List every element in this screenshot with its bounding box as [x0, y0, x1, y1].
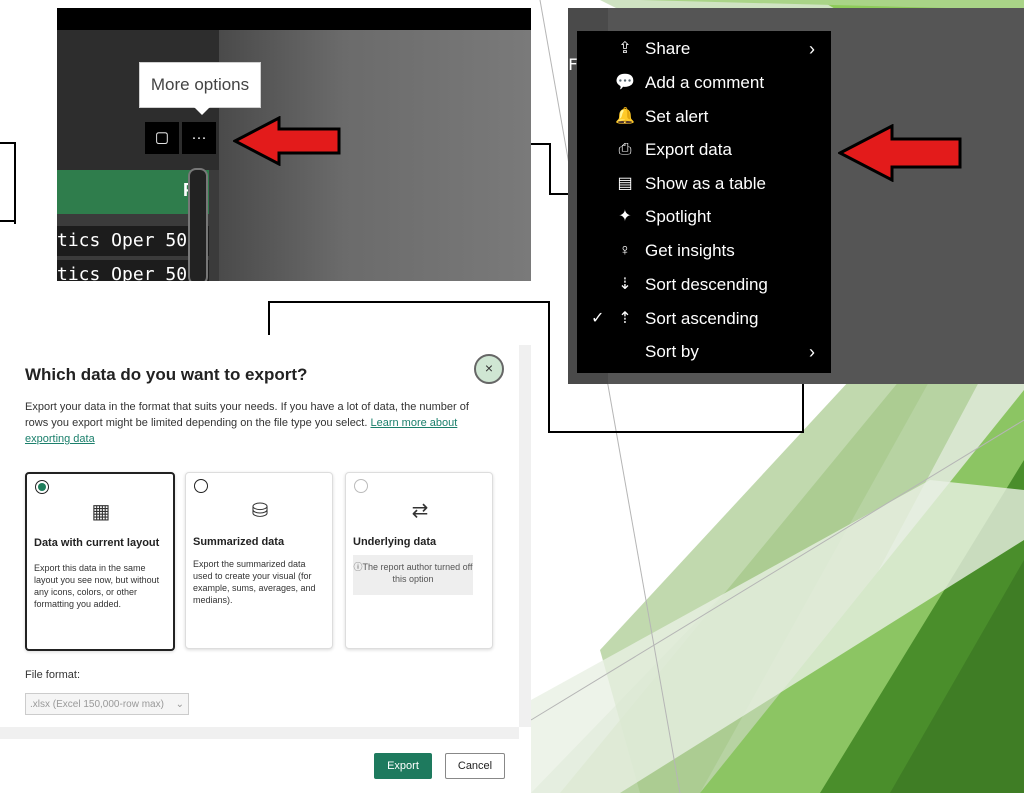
- menu-item-get-insights[interactable]: ♀ Get insights: [577, 235, 831, 267]
- more-options-tooltip: More options: [139, 62, 261, 115]
- table-row: tics Oper 50: [57, 260, 209, 281]
- option-summarized-data[interactable]: ⛁ Summarized data Export the summarized …: [185, 472, 333, 649]
- option-title: Underlying data: [353, 536, 437, 548]
- database-icon: ⛁: [251, 500, 269, 522]
- table-row: tics Oper 50: [57, 226, 209, 256]
- close-icon[interactable]: ×: [474, 354, 504, 384]
- sort-ascending-icon: ⇡: [618, 310, 632, 327]
- menu-item-sort-ascending[interactable]: ✓ ⇡ Sort ascending: [577, 303, 831, 335]
- red-arrow-icon: [838, 124, 962, 182]
- sort-descending-icon: ⇣: [618, 276, 632, 293]
- connector-line-mid: [531, 143, 551, 195]
- top-bar-right: [219, 8, 531, 30]
- chevron-right-icon: ›: [809, 39, 815, 59]
- menu-item-label: Sort by: [645, 342, 699, 361]
- disabled-note: ⓘThe report author turned off this optio…: [353, 555, 473, 595]
- share-icon: ⇪: [618, 40, 632, 57]
- connector-line-left: [0, 142, 16, 224]
- file-format-value: .xlsx (Excel 150,000-row max): [30, 699, 164, 710]
- menu-item-label: Sort ascending: [645, 309, 759, 328]
- top-bar: [57, 8, 219, 30]
- connector-line-mid2: [549, 193, 569, 195]
- menu-item-label: Show as a table: [645, 174, 766, 193]
- menu-item-label: Export data: [645, 140, 732, 159]
- option-underlying-data: ⇄ Underlying data ⓘThe report author tur…: [345, 472, 493, 649]
- menu-item-share[interactable]: ⇪ Share ›: [577, 33, 831, 65]
- radio-button[interactable]: [194, 479, 208, 493]
- lightbulb-icon: ♀: [619, 242, 631, 259]
- menu-item-set-alert[interactable]: 🔔 Set alert: [577, 101, 831, 133]
- table-column-header: Fu: [57, 170, 209, 214]
- red-arrow-icon: [233, 116, 341, 166]
- file-format-select[interactable]: .xlsx (Excel 150,000-row max) ⌄: [25, 693, 189, 715]
- radio-button-disabled: [354, 479, 368, 493]
- horizontal-scrollbar[interactable]: [0, 727, 519, 739]
- option-title: Summarized data: [193, 536, 285, 548]
- vertical-scrollbar[interactable]: [519, 345, 531, 727]
- data-transfer-icon: ⇄: [411, 500, 429, 522]
- menu-item-label: Set alert: [645, 107, 709, 126]
- menu-item-show-table[interactable]: ▤ Show as a table: [577, 168, 831, 200]
- spotlight-icon: ✦: [618, 208, 632, 225]
- comment-icon: 💬: [615, 74, 635, 91]
- copy-icon[interactable]: ▢: [145, 122, 179, 154]
- export-button[interactable]: Export: [374, 753, 432, 779]
- file-format-label: File format:: [25, 669, 81, 681]
- menu-item-label: Spotlight: [645, 207, 712, 226]
- context-menu: ⇪ Share › 💬 Add a comment 🔔 Set alert ⎙ …: [577, 31, 831, 373]
- cancel-button[interactable]: Cancel: [445, 753, 505, 779]
- menu-item-label: Get insights: [645, 241, 735, 260]
- connector-line-top: [0, 220, 14, 222]
- vertical-scrollbar[interactable]: [188, 168, 208, 281]
- menu-item-sort-by[interactable]: Sort by ›: [577, 336, 831, 368]
- dialog-description: Export your data in the format that suit…: [25, 399, 495, 447]
- menu-item-add-comment[interactable]: 💬 Add a comment: [577, 67, 831, 99]
- chevron-right-icon: ›: [809, 342, 815, 362]
- dialog-title: Which data do you want to export?: [25, 365, 308, 384]
- chevron-down-icon: ⌄: [175, 699, 184, 710]
- menu-item-spotlight[interactable]: ✦ Spotlight: [577, 201, 831, 233]
- menu-item-label: Add a comment: [645, 73, 765, 92]
- option-current-layout[interactable]: ▦ Data with current layout Export this d…: [25, 472, 175, 651]
- radio-button[interactable]: [35, 480, 49, 494]
- checkmark-icon: ✓: [591, 310, 605, 327]
- menu-item-sort-descending[interactable]: ⇣ Sort descending: [577, 269, 831, 301]
- grid-icon: ▦: [91, 501, 111, 523]
- option-description: Export the summarized data used to creat…: [193, 559, 316, 605]
- option-description: Export this data in the same layout you …: [34, 563, 160, 609]
- bell-icon: 🔔: [615, 108, 635, 125]
- table-icon: ▤: [617, 175, 633, 192]
- menu-item-label: Share: [645, 39, 691, 58]
- export-icon: ⎙: [618, 141, 632, 158]
- option-title: Data with current layout: [34, 537, 160, 549]
- more-options-button[interactable]: ···: [182, 122, 216, 154]
- menu-item-export-data[interactable]: ⎙ Export data: [577, 134, 831, 166]
- menu-item-label: Sort descending: [645, 275, 768, 294]
- export-data-dialog: Which data do you want to export? × Expo…: [0, 335, 531, 793]
